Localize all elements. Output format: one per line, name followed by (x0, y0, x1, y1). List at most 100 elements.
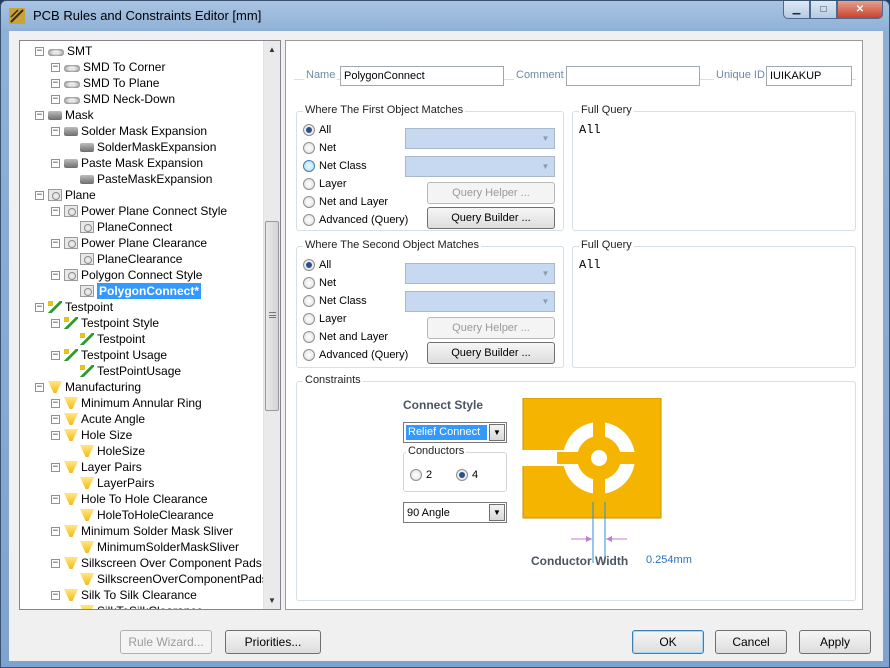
collapse-icon[interactable]: − (35, 46, 44, 56)
rule-tree[interactable]: − SMT − SMD To Corner − SMD To Plane − SMD Neck… (19, 40, 281, 610)
tree-item[interactable]: TestPointUsage (80, 363, 181, 379)
name-field[interactable]: PolygonConnect (340, 66, 504, 86)
tree-item[interactable]: − Testpoint Usage (51, 347, 167, 363)
first-net-combo[interactable]: ▼ (405, 128, 555, 149)
collapse-icon[interactable]: − (51, 94, 60, 104)
tree-item[interactable]: SolderMaskExpansion (80, 139, 216, 155)
tree-item[interactable]: − SMD To Corner (51, 59, 165, 75)
tree-item[interactable]: SilkscreenOverComponentPads (80, 571, 264, 587)
second-query-builder-button[interactable]: Query Builder ... (427, 342, 555, 364)
conductors-2-radio[interactable]: 2 (410, 467, 432, 483)
tree-item[interactable]: − Acute Angle (51, 411, 145, 427)
tree-item[interactable]: PlaneConnect (80, 219, 172, 235)
tree-item[interactable]: − Polygon Connect Style (51, 267, 202, 283)
tree-item[interactable]: − SMD To Plane (51, 75, 159, 91)
cancel-button[interactable]: Cancel (715, 630, 787, 654)
tree-item[interactable]: − Minimum Solder Mask Sliver (51, 523, 233, 539)
tree-item[interactable]: − Paste Mask Expansion (51, 155, 203, 171)
comment-field[interactable] (566, 66, 700, 86)
collapse-icon[interactable]: − (51, 206, 60, 216)
collapse-icon[interactable]: − (51, 398, 60, 408)
collapse-icon[interactable]: − (51, 494, 60, 504)
scroll-down-button[interactable]: ▼ (264, 592, 280, 609)
tree-item[interactable]: HoleToHoleClearance (80, 507, 214, 523)
first-option-radio[interactable]: Net and Layer (303, 194, 388, 210)
collapse-icon[interactable]: − (51, 414, 60, 424)
priorities-button[interactable]: Priorities... (225, 630, 321, 654)
tree-item[interactable]: − Hole To Hole Clearance (51, 491, 208, 507)
tree-item[interactable]: − Testpoint Style (51, 315, 159, 331)
collapse-icon[interactable]: − (51, 462, 60, 472)
second-option-radio[interactable]: Net Class (303, 293, 367, 309)
tree-item[interactable]: − Minimum Annular Ring (51, 395, 202, 411)
first-option-radio[interactable]: All (303, 122, 331, 138)
tree-item[interactable]: LayerPairs (80, 475, 154, 491)
tree-item[interactable]: MinimumSolderMaskSliver (80, 539, 239, 555)
rule-wizard-button[interactable]: Rule Wizard... (120, 630, 212, 654)
second-option-radio[interactable]: All (303, 257, 331, 273)
tree-item[interactable]: − Silk To Silk Clearance (51, 587, 197, 603)
scroll-thumb[interactable] (265, 221, 279, 411)
tree-item[interactable]: − Hole Size (51, 427, 132, 443)
collapse-icon[interactable]: − (35, 382, 44, 392)
apply-button[interactable]: Apply (799, 630, 871, 654)
collapse-icon[interactable]: − (51, 62, 60, 72)
tree-item[interactable]: − Solder Mask Expansion (51, 123, 207, 139)
collapse-icon[interactable]: − (51, 558, 60, 568)
collapse-icon[interactable]: − (51, 318, 60, 328)
title-bar[interactable]: PCB Rules and Constraints Editor [mm] ▁ … (1, 1, 889, 31)
tree-item[interactable]: PlaneClearance (80, 251, 182, 267)
collapse-icon[interactable]: − (35, 110, 44, 120)
first-netclass-combo[interactable]: ▼ (405, 156, 555, 177)
first-query-builder-button[interactable]: Query Builder ... (427, 207, 555, 229)
tree-item[interactable]: − Layer Pairs (51, 459, 142, 475)
collapse-icon[interactable]: − (51, 238, 60, 248)
angle-select[interactable]: 90 Angle ▼ (403, 502, 507, 523)
tree-item[interactable]: HoleSize (80, 443, 145, 459)
second-query-helper-button[interactable]: Query Helper ... (427, 317, 555, 339)
collapse-icon[interactable]: − (35, 302, 44, 312)
conductor-width-value[interactable]: 0.254mm (646, 554, 692, 566)
unique-id-field[interactable]: IUIKAKUP (766, 66, 852, 86)
tree-item[interactable]: − Manufacturing (35, 379, 141, 395)
tree-item[interactable]: SilkToSilkClearance (80, 603, 203, 609)
maximize-button[interactable]: □ (810, 1, 837, 19)
minimize-button[interactable]: ▁ (783, 1, 810, 19)
close-button[interactable]: ✕ (837, 1, 883, 19)
second-option-radio[interactable]: Net and Layer (303, 329, 388, 345)
tree-item[interactable]: PolygonConnect* (80, 283, 202, 299)
tree-item[interactable]: − Mask (35, 107, 94, 123)
tree-item[interactable]: − Silkscreen Over Component Pads (51, 555, 262, 571)
tree-item[interactable]: − Plane (35, 187, 96, 203)
first-option-radio[interactable]: Net (303, 140, 336, 156)
collapse-icon[interactable]: − (51, 590, 60, 600)
tree-item[interactable]: − SMD Neck-Down (51, 91, 175, 107)
collapse-icon[interactable]: − (35, 190, 44, 200)
tree-item[interactable]: − Testpoint (35, 299, 113, 315)
collapse-icon[interactable]: − (51, 430, 60, 440)
second-option-radio[interactable]: Layer (303, 311, 347, 327)
first-option-radio[interactable]: Net Class (303, 158, 367, 174)
tree-item[interactable]: − Power Plane Clearance (51, 235, 207, 251)
second-option-radio[interactable]: Advanced (Query) (303, 347, 408, 363)
tree-item[interactable]: − SMT (35, 43, 92, 59)
collapse-icon[interactable]: − (51, 78, 60, 88)
tree-item[interactable]: − Power Plane Connect Style (51, 203, 227, 219)
second-full-query-text[interactable]: All (579, 258, 601, 272)
tree-item[interactable]: Testpoint (80, 331, 145, 347)
tree-item[interactable]: PasteMaskExpansion (80, 171, 212, 187)
collapse-icon[interactable]: − (51, 526, 60, 536)
second-option-radio[interactable]: Net (303, 275, 336, 291)
collapse-icon[interactable]: − (51, 350, 60, 360)
connect-style-select[interactable]: Relief Connect ▼ (403, 422, 507, 443)
second-netclass-combo[interactable]: ▼ (405, 291, 555, 312)
first-option-radio[interactable]: Advanced (Query) (303, 212, 408, 228)
second-net-combo[interactable]: ▼ (405, 263, 555, 284)
tree-scrollbar[interactable]: ▲ ▼ (263, 41, 280, 609)
first-full-query-text[interactable]: All (579, 123, 601, 137)
collapse-icon[interactable]: − (51, 158, 60, 168)
first-option-radio[interactable]: Layer (303, 176, 347, 192)
first-query-helper-button[interactable]: Query Helper ... (427, 182, 555, 204)
conductors-4-radio[interactable]: 4 (456, 467, 478, 483)
collapse-icon[interactable]: − (51, 126, 60, 136)
